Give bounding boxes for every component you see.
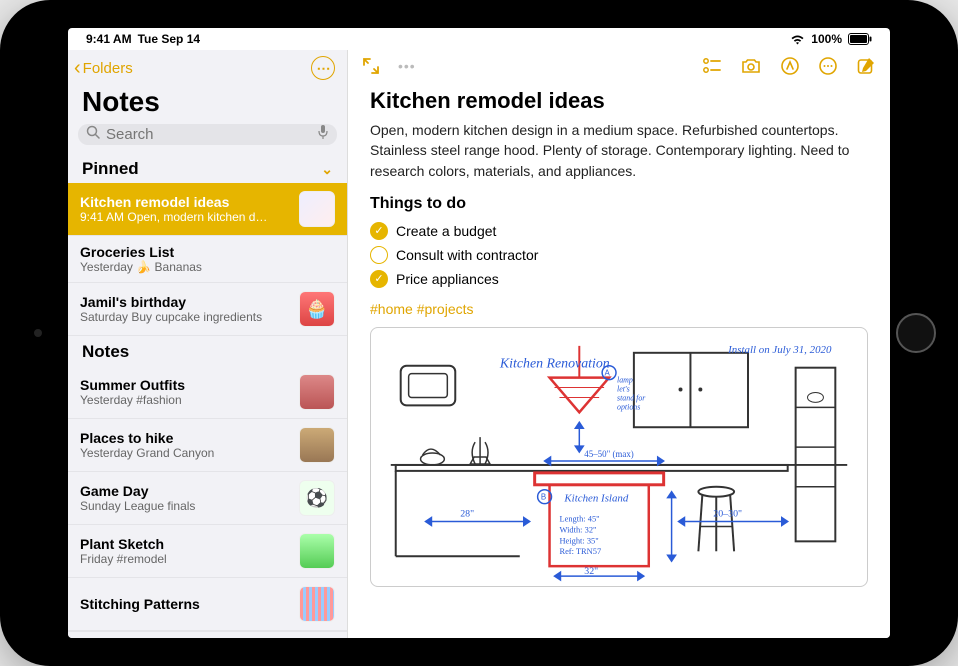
note-item-stitching[interactable]: Stitching Patterns xyxy=(68,578,347,631)
notes-label: Notes xyxy=(82,342,129,362)
camera-button[interactable] xyxy=(740,57,762,75)
battery-percent: 100% xyxy=(811,32,842,46)
status-bar: 9:41 AM Tue Sep 14 100% xyxy=(68,28,890,50)
device-camera xyxy=(34,329,42,337)
status-date: Tue Sep 14 xyxy=(138,32,200,46)
checkbox-checked-icon[interactable]: ✓ xyxy=(370,222,388,240)
note-item-groceries[interactable]: Groceries List Yesterday 🍌 Bananas xyxy=(68,236,347,283)
island-spec: Length: 45" xyxy=(559,513,599,523)
note-meta: Saturday Buy cupcake ingredients xyxy=(80,310,291,324)
battery-icon xyxy=(848,33,872,45)
note-thumbnail: 🧁 xyxy=(299,291,335,327)
note-thumbnail xyxy=(299,191,335,227)
checkbox-unchecked-icon[interactable] xyxy=(370,246,388,264)
back-to-folders[interactable]: ‹ Folders xyxy=(74,57,133,80)
sidebar-more-button[interactable]: ⋯ xyxy=(311,56,335,80)
marker-b: B xyxy=(541,493,546,502)
chevron-down-icon: ⌄ xyxy=(321,161,333,178)
note-title: Places to hike xyxy=(80,430,291,446)
note-title: Kitchen remodel ideas xyxy=(80,194,291,210)
chevron-left-icon: ‹ xyxy=(74,57,81,80)
dim-right: 20–30" xyxy=(713,508,742,519)
notes-list: Summer Outfits Yesterday #fashion Places… xyxy=(68,366,347,631)
note-item-gameday[interactable]: Game Day Sunday League finals ⚽ xyxy=(68,472,347,525)
checkbox-checked-icon[interactable]: ✓ xyxy=(370,270,388,288)
note-meta: Yesterday #fashion xyxy=(80,393,291,407)
note-thumbnail xyxy=(299,586,335,622)
checklist: ✓ Create a budget Consult with contracto… xyxy=(370,219,868,291)
things-to-do-heading: Things to do xyxy=(370,195,868,213)
note-thumbnail xyxy=(299,427,335,463)
checklist-button[interactable] xyxy=(702,57,722,75)
detail-more-button[interactable] xyxy=(818,56,838,76)
marker-a: A xyxy=(604,369,610,378)
note-meta: Yesterday Grand Canyon xyxy=(80,446,291,460)
checklist-item[interactable]: Consult with contractor xyxy=(370,243,868,267)
dim-bottom: 32" xyxy=(584,566,598,577)
note-item-outfits[interactable]: Summer Outfits Yesterday #fashion xyxy=(68,366,347,419)
island-label: Kitchen Island xyxy=(563,493,628,505)
detail-toolbar: ••• xyxy=(348,50,890,82)
pinned-list: Kitchen remodel ideas 9:41 AM Open, mode… xyxy=(68,183,347,336)
note-content[interactable]: Kitchen remodel ideas Open, modern kitch… xyxy=(348,82,890,601)
note-meta: Friday #remodel xyxy=(80,552,291,566)
sketch-attachment[interactable]: Kitchen Renovation Install on July 31, 2… xyxy=(370,327,868,587)
search-icon xyxy=(86,125,100,144)
dim-left: 28" xyxy=(460,508,474,519)
note-title: Game Day xyxy=(80,483,291,499)
checklist-text: Consult with contractor xyxy=(396,247,538,263)
mic-icon[interactable] xyxy=(317,124,329,145)
sketch-title: Kitchen Renovation xyxy=(499,357,610,372)
back-label: Folders xyxy=(83,60,133,77)
checklist-item[interactable]: ✓ Price appliances xyxy=(370,267,868,291)
note-title: Jamil's birthday xyxy=(80,294,291,310)
note-thumbnail xyxy=(299,533,335,569)
note-heading: Kitchen remodel ideas xyxy=(370,88,868,114)
checklist-text: Price appliances xyxy=(396,271,499,287)
pinned-label: Pinned xyxy=(82,159,139,179)
checklist-text: Create a budget xyxy=(396,223,496,239)
search-input[interactable] xyxy=(106,126,317,143)
note-title: Summer Outfits xyxy=(80,377,291,393)
island-spec: Height: 35" xyxy=(559,535,598,545)
sketch-lamp-note: lamplet'sstand foroptions xyxy=(617,375,646,411)
search-field[interactable] xyxy=(78,124,337,145)
note-title: Stitching Patterns xyxy=(80,596,291,612)
note-title: Groceries List xyxy=(80,244,335,260)
checklist-item[interactable]: ✓ Create a budget xyxy=(370,219,868,243)
note-thumbnail xyxy=(299,374,335,410)
home-button[interactable] xyxy=(896,313,936,353)
sidebar-title: Notes xyxy=(68,82,347,124)
ellipsis-icon: ⋯ xyxy=(317,60,330,77)
drag-grip-icon[interactable]: ••• xyxy=(398,58,416,74)
note-title: Plant Sketch xyxy=(80,536,291,552)
note-tags[interactable]: #home #projects xyxy=(370,301,868,317)
note-description: Open, modern kitchen design in a medium … xyxy=(370,120,868,181)
note-meta: Sunday League finals xyxy=(80,499,291,513)
expand-button[interactable] xyxy=(362,57,380,75)
wifi-icon xyxy=(790,34,805,45)
sidebar-footer-count: 22 Notes xyxy=(68,631,347,638)
pinned-section-header[interactable]: Pinned ⌄ xyxy=(68,153,347,183)
markup-button[interactable] xyxy=(780,56,800,76)
note-item-birthday[interactable]: Jamil's birthday Saturday Buy cupcake in… xyxy=(68,283,347,336)
island-spec: Ref: TRN57 xyxy=(559,546,601,556)
notes-section-header[interactable]: Notes xyxy=(68,336,347,366)
sketch-install-note: Install on July 31, 2020 xyxy=(727,344,832,356)
note-meta: 9:41 AM Open, modern kitchen d… xyxy=(80,210,291,224)
note-item-hike[interactable]: Places to hike Yesterday Grand Canyon xyxy=(68,419,347,472)
notes-sidebar: ‹ Folders ⋯ Notes xyxy=(68,50,348,638)
note-item-plant[interactable]: Plant Sketch Friday #remodel xyxy=(68,525,347,578)
note-detail: ••• xyxy=(348,50,890,638)
kitchen-sketch: Kitchen Renovation Install on July 31, 2… xyxy=(371,328,867,586)
compose-button[interactable] xyxy=(856,56,876,76)
note-thumbnail: ⚽ xyxy=(299,480,335,516)
note-meta: Yesterday 🍌 Bananas xyxy=(80,260,335,274)
island-spec: Width: 32" xyxy=(559,524,596,534)
dim-counter: 45–50" (max) xyxy=(584,449,634,459)
status-time: 9:41 AM xyxy=(86,32,132,46)
note-item-kitchen[interactable]: Kitchen remodel ideas 9:41 AM Open, mode… xyxy=(68,183,347,236)
